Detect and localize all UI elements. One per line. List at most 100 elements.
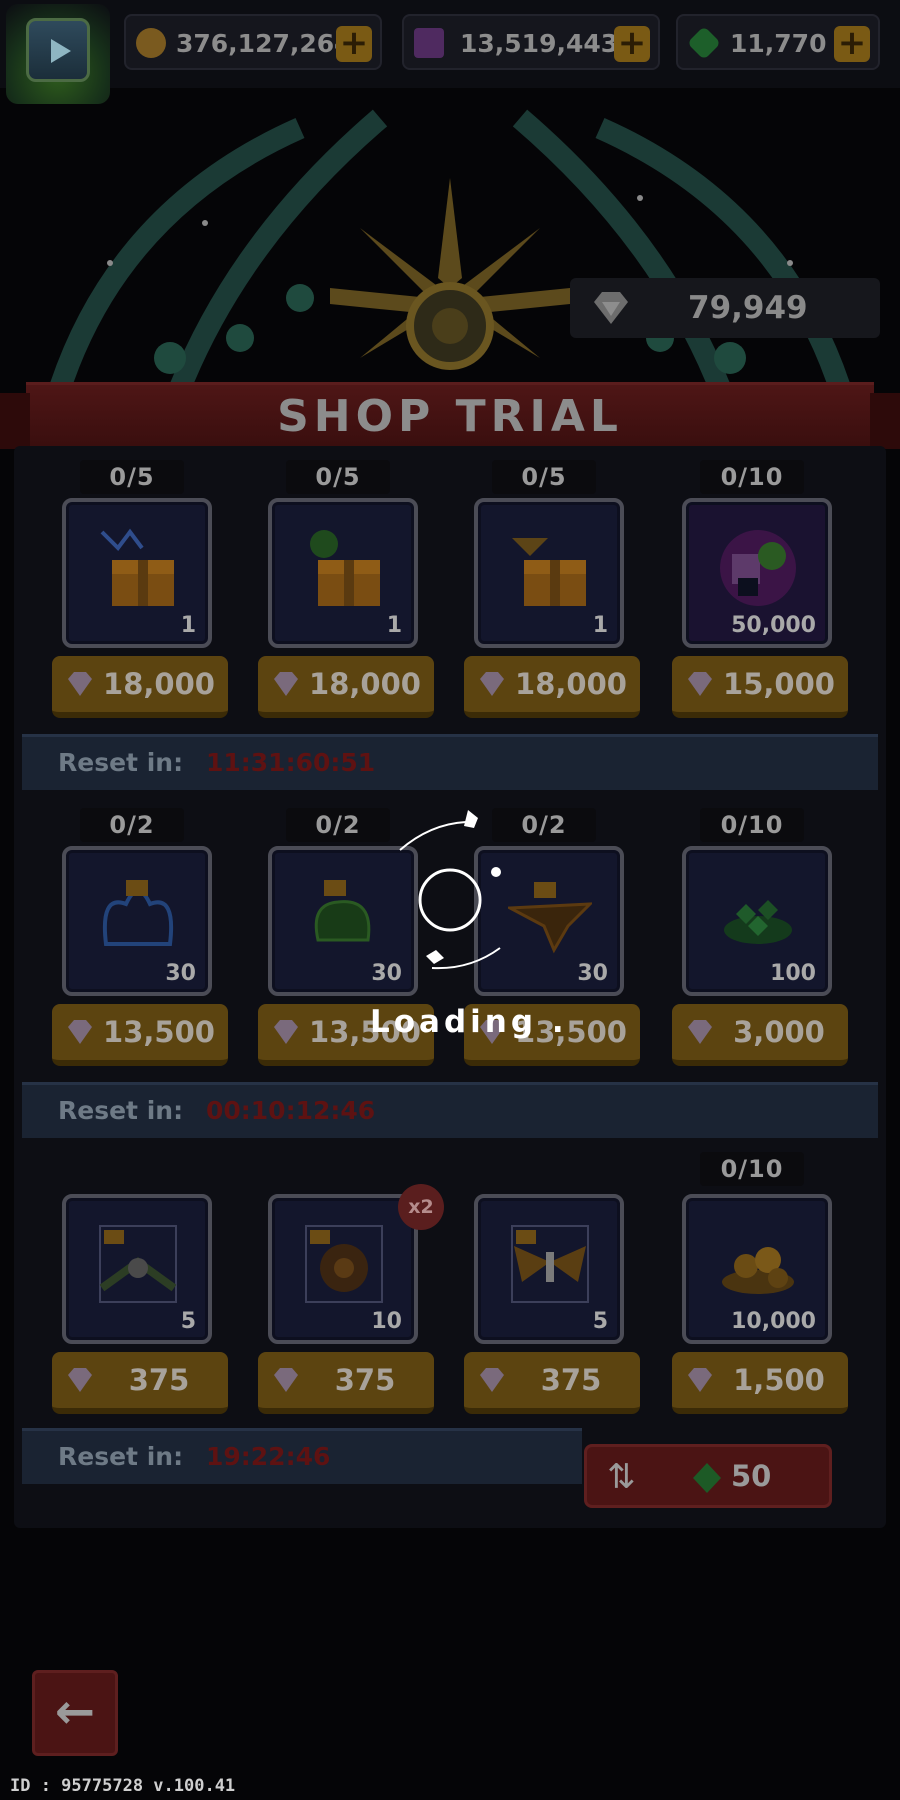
emerald-pile-icon <box>724 900 792 944</box>
video-ad-icon <box>26 18 90 82</box>
shop-item[interactable]: 5 375 <box>44 1156 228 1416</box>
item-card[interactable]: 1 <box>62 498 212 648</box>
trophy-gem-icon <box>274 1368 298 1392</box>
item-card[interactable]: 10 <box>268 1194 418 1344</box>
back-arrow-icon: ← <box>54 1684 96 1740</box>
shop-item[interactable]: 0/5 1 18,000 <box>456 460 640 720</box>
item-quantity: 50,000 <box>731 613 816 638</box>
shop-item[interactable]: 0/10 50,000 15,000 <box>664 460 848 720</box>
gold-coin-icon <box>136 28 166 58</box>
item-card[interactable]: 1 <box>474 498 624 648</box>
refresh-shop-button[interactable]: ⇅ 50 <box>584 1444 832 1508</box>
price-value: 375 <box>334 1363 396 1397</box>
buy-button[interactable]: 375 <box>464 1352 640 1414</box>
shop-title: SHOP TRIAL <box>277 391 623 442</box>
ticket-currency: 13,519,443 + <box>402 14 660 70</box>
gold-currency: 376,127,264 + <box>124 14 382 70</box>
trophy-gem-icon <box>274 672 298 696</box>
buy-button[interactable]: 18,000 <box>52 656 228 718</box>
item-quantity: 30 <box>165 961 196 986</box>
item-quantity: 30 <box>577 961 608 986</box>
purchase-count: 0/5 <box>492 460 596 494</box>
reset-timer: 00:10:12:46 <box>206 1096 376 1125</box>
trophy-gem-icon <box>68 1020 92 1044</box>
buy-button[interactable]: 1,500 <box>672 1352 848 1414</box>
purchase-count: 0/2 <box>80 808 184 842</box>
item-quantity: 5 <box>592 1309 608 1334</box>
price-value: 13,500 <box>103 1015 215 1049</box>
ticket-icon <box>414 28 444 58</box>
item-card[interactable]: 5 <box>62 1194 212 1344</box>
trophy-gem-icon <box>68 672 92 696</box>
item-quantity: 1 <box>592 613 608 638</box>
item-card[interactable]: 50,000 <box>682 498 832 648</box>
item-card[interactable]: 30 <box>62 846 212 996</box>
buy-button[interactable]: 375 <box>258 1352 434 1414</box>
add-gold-button[interactable]: + <box>336 26 372 62</box>
buy-button[interactable]: 15,000 <box>672 656 848 718</box>
trophy-gem-icon <box>688 672 712 696</box>
item-quantity: 1 <box>180 613 196 638</box>
reset-bar: Reset in: 11:31:60:51 <box>22 734 878 790</box>
emerald-icon <box>687 26 721 60</box>
shop-item[interactable]: 0/5 1 18,000 <box>250 460 434 720</box>
trophy-gem-icon <box>688 1020 712 1044</box>
price-value: 18,000 <box>103 667 215 701</box>
trophy-gem-icon <box>688 1368 712 1392</box>
item-quantity: 10 <box>371 1309 402 1334</box>
price-value: 375 <box>540 1363 602 1397</box>
gold-value: 376,127,264 <box>176 29 352 58</box>
top-bar: 376,127,264 + 13,519,443 + 11,770 + <box>0 0 900 104</box>
trophy-gem-icon <box>480 672 504 696</box>
hero-banner: 79,949 <box>0 88 900 388</box>
item-quantity: 10,000 <box>731 1309 816 1334</box>
buy-button[interactable]: 375 <box>52 1352 228 1414</box>
refresh-price: 50 <box>731 1459 772 1493</box>
engine-part-icon <box>305 1225 383 1303</box>
trophy-gem-icon <box>480 1368 504 1392</box>
buy-button[interactable]: 18,000 <box>258 656 434 718</box>
item-card[interactable]: 100 <box>682 846 832 996</box>
trophy-gem-icon <box>594 292 628 324</box>
emerald-currency: 11,770 + <box>676 14 880 70</box>
item-card[interactable]: 10,000 <box>682 1194 832 1344</box>
price-value: 15,000 <box>723 667 835 701</box>
trophy-gem-icon <box>274 1020 298 1044</box>
reset-label: Reset in: <box>58 748 184 777</box>
price-value: 1,500 <box>733 1363 825 1397</box>
refresh-icon: ⇅ <box>607 1457 636 1497</box>
reset-bar: Reset in: 00:10:12:46 <box>22 1082 878 1138</box>
item-quantity: 100 <box>770 961 816 986</box>
shop-item[interactable]: 0/5 1 18,000 <box>44 460 228 720</box>
price-value: 375 <box>128 1363 190 1397</box>
loading-spinner-icon <box>399 810 501 970</box>
drone-part-icon <box>99 1225 177 1303</box>
buy-button[interactable]: 3,000 <box>672 1004 848 1066</box>
item-quantity: 5 <box>180 1309 196 1334</box>
reset-label: Reset in: <box>58 1442 184 1471</box>
price-value: 3,000 <box>733 1015 825 1049</box>
item-card[interactable]: 1 <box>268 498 418 648</box>
trophy-counter: 79,949 <box>570 278 880 338</box>
price-value: 18,000 <box>309 667 421 701</box>
reset-timer: 19:22:46 <box>206 1442 331 1471</box>
shop-item[interactable]: 5 375 <box>456 1156 640 1416</box>
shop-item[interactable]: 10 x2 375 <box>250 1156 444 1416</box>
shop-item[interactable]: 0/10 100 3,000 <box>664 808 848 1068</box>
gold-coins-icon <box>722 1247 794 1294</box>
reset-label: Reset in: <box>58 1096 184 1125</box>
back-button[interactable]: ← <box>32 1670 118 1756</box>
shop-item[interactable]: 0/2 30 13,500 <box>44 808 228 1068</box>
buy-button[interactable]: 13,500 <box>52 1004 228 1066</box>
emerald-value: 11,770 <box>730 29 827 58</box>
item-card[interactable]: 5 <box>474 1194 624 1344</box>
purchase-count: 0/5 <box>286 460 390 494</box>
trophy-gem-icon <box>68 1368 92 1392</box>
buy-button[interactable]: 18,000 <box>464 656 640 718</box>
price-value: 18,000 <box>515 667 627 701</box>
add-ticket-button[interactable]: + <box>614 26 650 62</box>
xp-potion-icon <box>720 530 796 606</box>
shop-item[interactable]: 0/10 10,000 1,500 <box>664 1152 848 1416</box>
blue-fragment-icon <box>102 880 174 946</box>
add-emerald-button[interactable]: + <box>834 26 870 62</box>
